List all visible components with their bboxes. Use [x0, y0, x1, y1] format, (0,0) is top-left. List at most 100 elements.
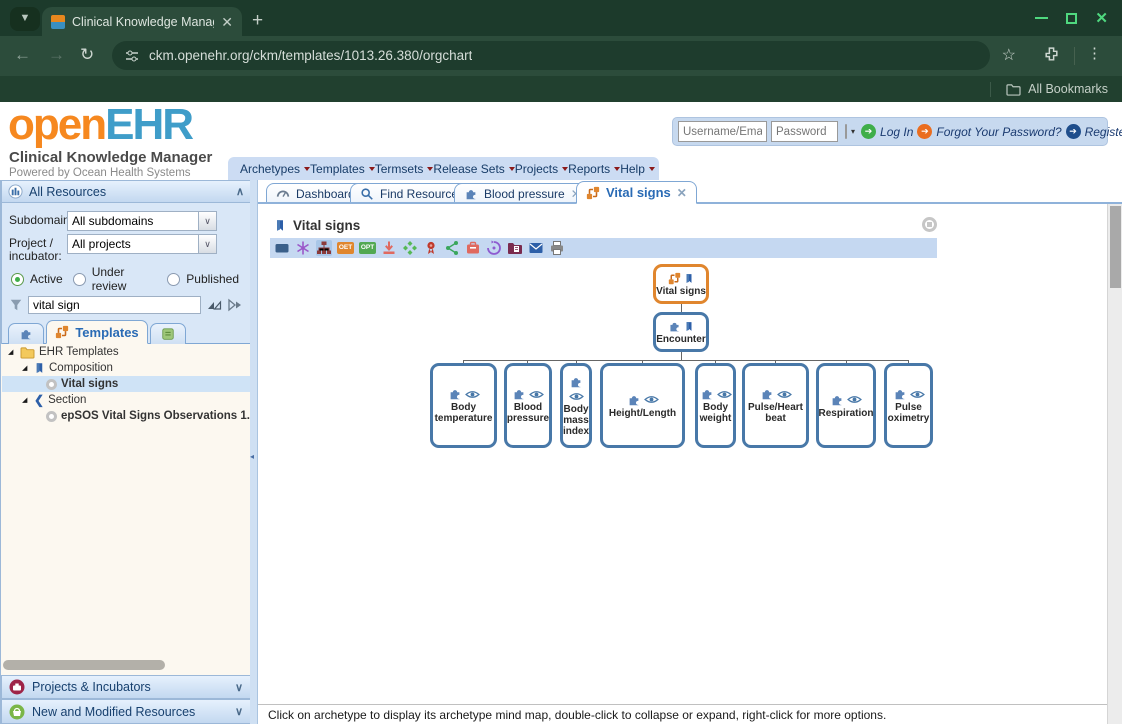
project-select[interactable]: All projects∨ — [67, 234, 217, 254]
extensions-icon[interactable] — [1043, 46, 1060, 68]
tab-title: Clinical Knowledge Manager — [72, 15, 214, 29]
radio-active[interactable] — [11, 273, 24, 286]
register-arrow-icon[interactable] — [1066, 124, 1081, 139]
eye-icon — [644, 394, 659, 405]
tab-blood-pressure[interactable]: Blood pressure ✕ — [454, 183, 591, 204]
archive-icon[interactable] — [465, 240, 481, 256]
tree-expand-icon[interactable]: ◢ — [22, 396, 30, 404]
site-info-icon[interactable] — [124, 48, 140, 64]
mindmap-view-icon[interactable] — [295, 240, 311, 256]
export-folder-icon[interactable] — [507, 240, 523, 256]
username-field[interactable] — [678, 121, 767, 142]
orgchart-node-pulse-oximetry[interactable]: Pulse oximetry — [884, 363, 933, 448]
radio-published[interactable] — [167, 273, 180, 286]
tree-expand-icon[interactable]: ◢ — [22, 364, 30, 372]
forward-icon[interactable]: → — [48, 45, 65, 65]
close-tab-icon[interactable]: ✕ — [677, 187, 687, 199]
all-bookmarks-button[interactable]: All Bookmarks — [990, 76, 1108, 102]
register-link[interactable]: Register — [1085, 125, 1122, 139]
certify-ribbon-icon[interactable] — [423, 240, 439, 256]
login-button[interactable]: Log In — [880, 125, 913, 139]
tab-close-icon[interactable]: ✕ — [221, 15, 233, 29]
tab-vital-signs[interactable]: Vital signs ✕ — [576, 181, 697, 204]
scrollbar-thumb[interactable] — [3, 660, 165, 670]
main-vscrollbar[interactable] — [1107, 204, 1122, 724]
eye-icon — [910, 389, 925, 400]
scrollbar-thumb[interactable] — [1110, 206, 1121, 288]
filter-options-icon[interactable] — [206, 298, 222, 312]
chevron-down-icon[interactable]: ∨ — [235, 681, 243, 694]
remember-checkbox[interactable] — [845, 124, 847, 139]
all-resources-header[interactable]: All Resources ∧ — [1, 180, 251, 203]
browser-tab[interactable]: Clinical Knowledge Manager ✕ — [42, 7, 242, 36]
forgot-password-link[interactable]: Forgot Your Password? — [936, 125, 1061, 139]
chevron-down-icon[interactable]: ∨ — [235, 705, 243, 718]
password-field[interactable] — [771, 121, 838, 142]
menu-release-sets[interactable]: Release Sets — [433, 162, 514, 176]
orgchart-node-respiration[interactable]: Respiration — [816, 363, 876, 448]
new-tab-button[interactable]: + — [252, 10, 263, 32]
orgchart-node-encounter[interactable]: Encounter — [653, 312, 709, 352]
menu-reports[interactable]: Reports — [568, 162, 620, 176]
collapse-expand-icon[interactable] — [402, 240, 418, 256]
orgchart-view-icon[interactable] — [316, 240, 332, 256]
tab-search-button[interactable]: ▼ — [10, 7, 40, 31]
orgchart-node-body-weight[interactable]: Body weight — [695, 363, 736, 448]
search-next-icon[interactable] — [227, 298, 243, 312]
projects-incubators-panel[interactable]: Projects & Incubators ∨ — [1, 675, 251, 699]
bookmark-star-icon[interactable]: ☆ — [1002, 45, 1016, 65]
flat-view-icon[interactable] — [274, 240, 290, 256]
close-window-icon[interactable]: ✕ — [1095, 11, 1108, 26]
collapse-panel-icon[interactable]: ∧ — [236, 185, 244, 198]
new-modified-panel[interactable]: New and Modified Resources ∨ — [1, 699, 251, 724]
menu-archetypes[interactable]: Archetypes — [240, 162, 310, 176]
tree-item-ehr-templates[interactable]: ◢ EHR Templates — [2, 344, 250, 360]
orgchart-node-height-length[interactable]: Height/Length — [600, 363, 685, 448]
chevron-down-icon[interactable]: ∨ — [198, 212, 216, 230]
tab-termsets[interactable] — [150, 323, 186, 344]
download-icon[interactable] — [381, 240, 397, 256]
tree-item-composition[interactable]: ◢ Composition — [2, 360, 250, 376]
address-bar[interactable]: ckm.openehr.org/ckm/templates/1013.26.38… — [112, 41, 990, 70]
reload-icon[interactable]: ↻ — [80, 45, 94, 65]
chevron-down-icon[interactable]: ▾ — [851, 127, 855, 136]
orgchart-node-body-temperature[interactable]: Body temperature — [430, 363, 497, 448]
compare-swirl-icon[interactable] — [486, 240, 502, 256]
collapse-sidebar-icon[interactable]: ◂ — [250, 452, 254, 461]
forgot-arrow-icon[interactable] — [917, 124, 932, 139]
email-icon[interactable] — [528, 240, 544, 256]
tab-templates[interactable]: Templates — [46, 320, 148, 344]
opt-download-icon[interactable]: OPT — [359, 242, 376, 254]
search-input[interactable] — [28, 296, 201, 314]
orgchart-node-blood-pressure[interactable]: Blood pressure — [504, 363, 552, 448]
orgchart-node-body-mass-index[interactable]: Body mass index — [560, 363, 592, 448]
tree-item-epsos[interactable]: epSOS Vital Signs Observations 1.3.6.1 — [2, 408, 250, 424]
share-icon[interactable] — [444, 240, 460, 256]
oet-download-icon[interactable]: OET — [337, 242, 354, 254]
chevron-down-icon[interactable]: ∨ — [198, 235, 216, 253]
back-icon[interactable]: ← — [14, 45, 31, 65]
url-text: ckm.openehr.org/ckm/templates/1013.26.38… — [149, 48, 472, 63]
sidebar-splitter[interactable]: ◂ — [250, 180, 258, 724]
tree-expand-icon[interactable]: ◢ — [8, 348, 16, 356]
tree-item-vital-signs[interactable]: Vital signs — [2, 376, 250, 392]
menu-projects[interactable]: Projects — [515, 162, 568, 176]
menu-termsets[interactable]: Termsets — [375, 162, 434, 176]
template-viewer: Vital signs OET OPT — [258, 204, 1122, 724]
orgchart-node-pulse-heart-beat[interactable]: Pulse/Heart beat — [742, 363, 809, 448]
menu-help[interactable]: Help — [620, 162, 655, 176]
subdomain-select[interactable]: All subdomains∨ — [67, 211, 217, 231]
menu-templates[interactable]: Templates — [310, 162, 375, 176]
browser-menu-icon[interactable]: ⋮ — [1087, 44, 1102, 62]
tree-item-label: EHR Templates — [39, 346, 119, 358]
minimize-icon[interactable] — [1035, 17, 1048, 19]
tab-archetypes[interactable] — [8, 323, 44, 344]
orgchart-node-root-vital-signs[interactable]: Vital signs — [653, 264, 709, 304]
print-icon[interactable] — [549, 240, 565, 256]
filter-funnel-icon — [9, 298, 23, 312]
login-arrow-icon[interactable] — [861, 124, 876, 139]
maximize-icon[interactable] — [1066, 13, 1077, 24]
tree-item-section[interactable]: ◢ ❮ Section — [2, 392, 250, 408]
sidebar-hscrollbar[interactable] — [1, 658, 251, 672]
radio-under-review[interactable] — [73, 273, 86, 286]
